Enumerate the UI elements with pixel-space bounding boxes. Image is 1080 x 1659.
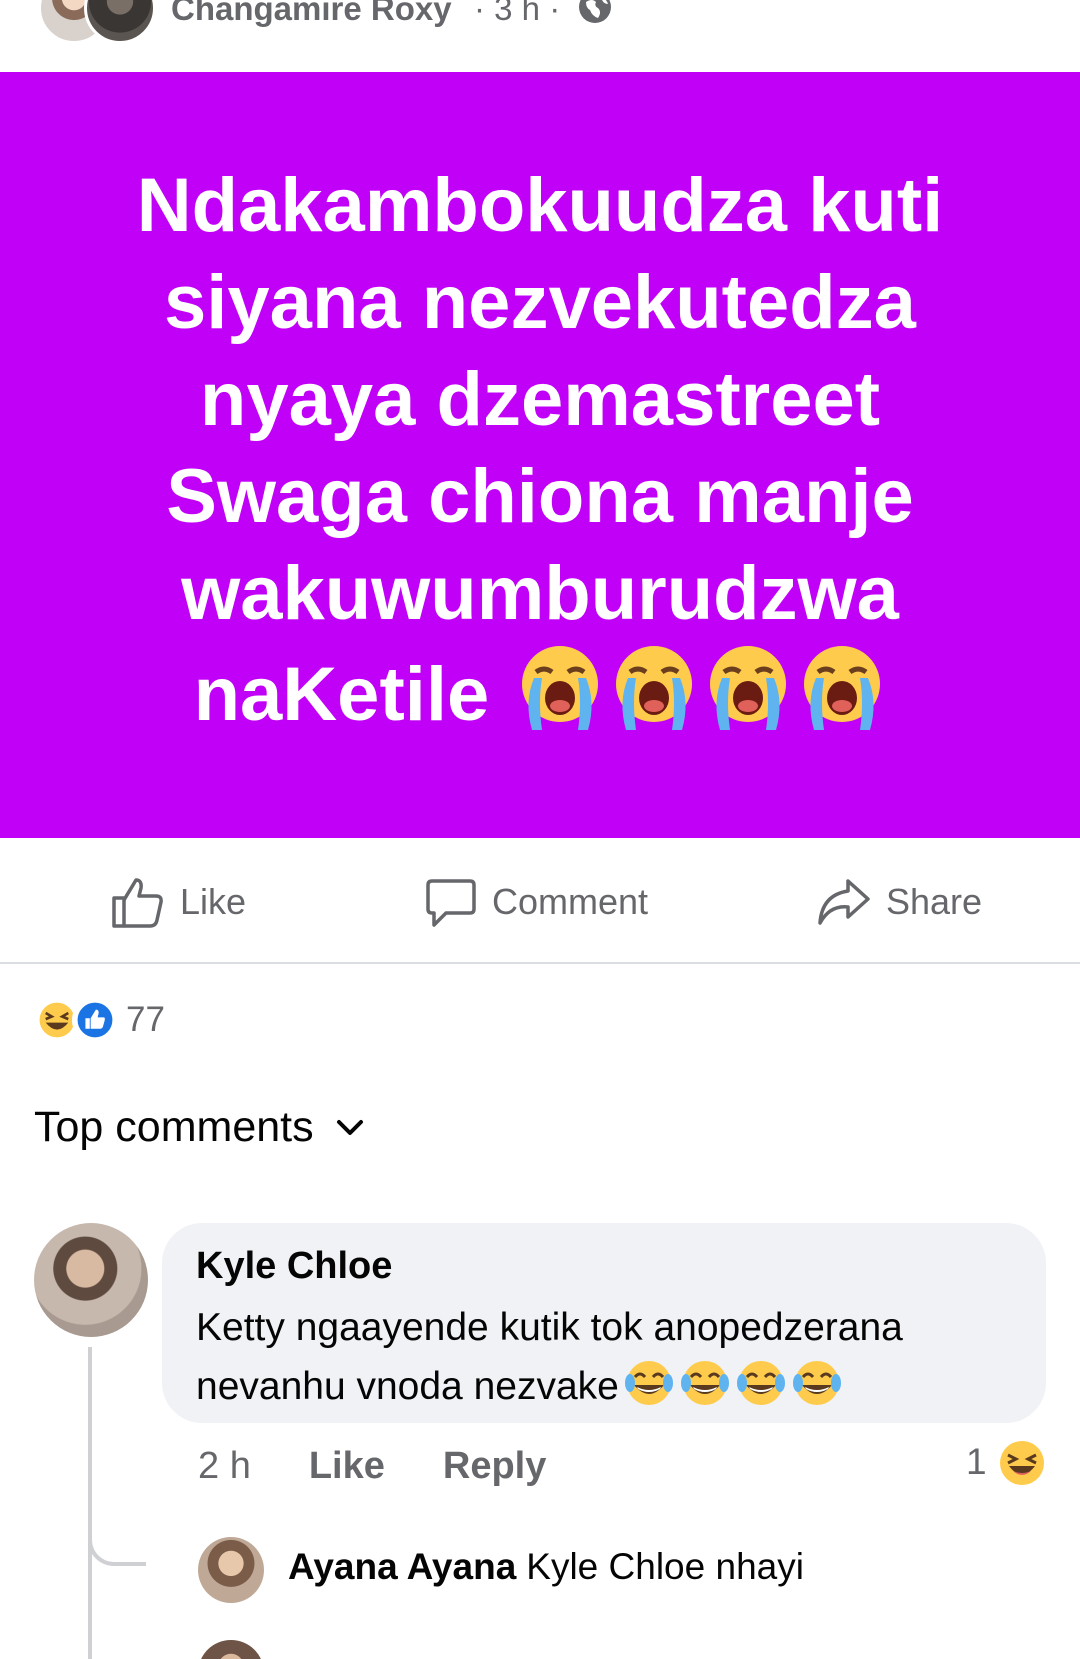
- tears-of-joy-icon: [736, 1361, 785, 1405]
- haha-reaction-icon[interactable]: [998, 1439, 1046, 1487]
- share-button[interactable]: Share: [816, 874, 982, 930]
- tears-of-joy-icon: [680, 1361, 729, 1405]
- comments-filter-label: Top comments: [34, 1103, 314, 1151]
- post-timestamp: · 3 h ·: [474, 0, 561, 27]
- globe-icon: [578, 0, 612, 24]
- post-text: Ndakambokuudza kuti siyana nezvekutedza …: [40, 157, 1040, 743]
- reply-item[interactable]: Ayana Ayana Kyle Chloe nhayi: [288, 1546, 804, 1588]
- comment-button-label: Comment: [492, 881, 649, 922]
- comment-bubble[interactable]: Kyle Chloe Ketty ngaayende kutik tok ano…: [162, 1223, 1046, 1423]
- share-button-label: Share: [886, 881, 983, 922]
- avatar: [84, 0, 156, 44]
- post-text-line: siyana nezvekutedza: [164, 260, 916, 345]
- post-text-line: naKetile: [193, 652, 490, 737]
- comment-button[interactable]: Comment: [424, 874, 648, 930]
- post-text-line: nyaya dzemastreet: [199, 357, 881, 442]
- poster-avatar[interactable]: [38, 0, 158, 46]
- like-button-label: Like: [180, 881, 247, 922]
- reply-text: Kyle Chloe nhayi: [526, 1546, 804, 1587]
- tears-of-joy-icon: [624, 1361, 673, 1405]
- crying-face-icon: [616, 646, 693, 730]
- thumbs-up-icon: [112, 878, 163, 928]
- crying-face-icon: [710, 646, 787, 730]
- comments-filter-dropdown[interactable]: Top comments: [34, 1103, 364, 1152]
- comment-reply-button[interactable]: Reply: [443, 1445, 546, 1488]
- comment-like-button[interactable]: Like: [309, 1445, 385, 1488]
- like-reaction-icon: [72, 997, 118, 1043]
- crying-face-icon: [804, 646, 881, 730]
- like-button[interactable]: Like: [110, 874, 246, 930]
- comment-timestamp: 2 h: [198, 1444, 251, 1487]
- tears-of-joy-icon: [792, 1361, 841, 1405]
- comment-bubble-icon: [426, 879, 476, 927]
- post-text-line: wakuwumburudzwa: [181, 551, 899, 636]
- comment-text: Ketty ngaayende kutik tok anopedzerana n…: [196, 1299, 1026, 1416]
- reply-avatar[interactable]: [198, 1537, 264, 1603]
- thread-connector: [88, 1500, 146, 1566]
- comment-author[interactable]: Kyle Chloe: [196, 1245, 392, 1288]
- chevron-down-icon: [336, 1119, 363, 1135]
- post-text-last-line: naKetile: [40, 642, 1040, 743]
- share-arrow-icon: [818, 879, 870, 925]
- post-header: Changamire Roxy · 3 h ·: [0, 0, 1080, 72]
- text-post-background[interactable]: Ndakambokuudza kuti siyana nezvekutedza …: [0, 72, 1080, 838]
- reply-author[interactable]: Ayana Ayana: [288, 1546, 516, 1587]
- reply-avatar[interactable]: [198, 1640, 264, 1659]
- reaction-count: 77: [126, 1000, 165, 1039]
- post-action-bar: Like Comment Share: [0, 838, 1080, 964]
- commenter-avatar[interactable]: [34, 1223, 148, 1337]
- reactions-summary[interactable]: 77: [34, 996, 165, 1044]
- crying-face-icon: [522, 646, 599, 730]
- comment-reaction-count[interactable]: 1: [966, 1441, 987, 1483]
- comment-meta: 2 h Like Reply: [198, 1441, 546, 1491]
- post-text-line: Swaga chiona manje: [166, 454, 914, 539]
- poster-name[interactable]: Changamire Roxy: [171, 0, 452, 28]
- post-text-line: Ndakambokuudza kuti: [136, 163, 944, 248]
